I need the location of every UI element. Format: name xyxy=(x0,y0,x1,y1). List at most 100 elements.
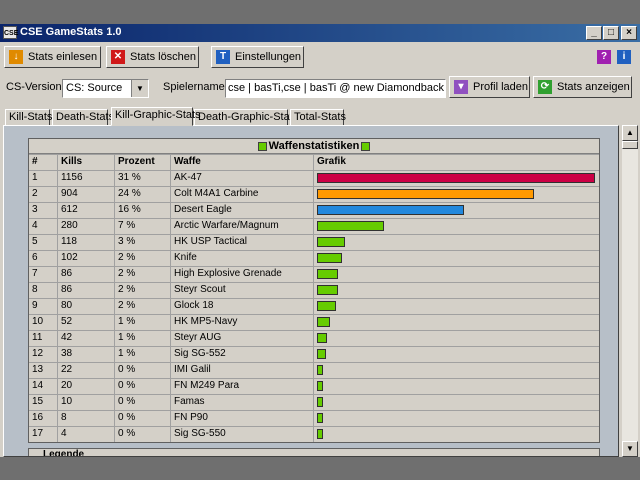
chevron-down-icon[interactable]: ▼ xyxy=(131,80,148,97)
table-row: 3 612 16 % Desert Eagle xyxy=(29,202,599,218)
graphic-cell xyxy=(313,427,599,442)
tab-kill-graphic-stats[interactable]: Kill-Graphic-Stats xyxy=(111,107,201,126)
show-stats-label: Stats anzeigen xyxy=(557,81,630,93)
cs-version-select[interactable]: CS: Source ▼ xyxy=(62,79,149,98)
kills-cell: 86 xyxy=(57,267,114,282)
kill-bar xyxy=(317,397,323,407)
scroll-thumb[interactable] xyxy=(622,141,638,149)
window-title: CSE GameStats 1.0 xyxy=(20,26,122,38)
kills-cell: 102 xyxy=(57,251,114,266)
kills-cell: 42 xyxy=(57,331,114,346)
help-icon[interactable]: ? xyxy=(597,50,611,64)
kills-cell: 20 xyxy=(57,379,114,394)
kill-bar xyxy=(317,413,323,423)
show-stats-button[interactable]: ⟳ Stats anzeigen xyxy=(533,76,632,98)
rank-cell: 12 xyxy=(32,348,44,359)
kill-bar xyxy=(317,381,323,391)
graphic-cell xyxy=(313,203,599,218)
kills-cell: 10 xyxy=(57,395,114,410)
header-percent: Prozent xyxy=(114,155,170,170)
cs-version-value: CS: Source xyxy=(66,82,123,94)
kill-bar xyxy=(317,205,464,215)
graphic-cell xyxy=(313,267,599,282)
table-row: 2 904 24 % Colt M4A1 Carbine xyxy=(29,186,599,202)
legend-box: Legende xyxy=(28,448,600,456)
vertical-scrollbar[interactable]: ▲ ▼ xyxy=(622,125,638,457)
rank-cell: 17 xyxy=(32,428,44,439)
kill-bar xyxy=(317,333,327,343)
close-button[interactable]: × xyxy=(621,26,637,40)
weapon-cell: High Explosive Grenade xyxy=(170,267,313,282)
graphic-cell xyxy=(313,411,599,426)
graphic-cell xyxy=(313,347,599,362)
weapon-cell: FN P90 xyxy=(170,411,313,426)
kills-cell: 22 xyxy=(57,363,114,378)
delete-stats-label: Stats löschen xyxy=(130,51,197,63)
table-header-row: # Kills Prozent Waffe Grafik xyxy=(29,154,599,170)
percent-cell: 16 % xyxy=(114,203,170,218)
percent-cell: 1 % xyxy=(114,347,170,362)
scroll-up-icon[interactable]: ▲ xyxy=(622,125,638,141)
maximize-button[interactable]: □ xyxy=(603,26,619,40)
table-row: 11 42 1 % Steyr AUG xyxy=(29,330,599,346)
graphic-cell xyxy=(313,171,599,186)
weapon-cell: Sig SG-550 xyxy=(170,427,313,442)
weapon-cell: HK USP Tactical xyxy=(170,235,313,250)
rank-cell: 10 xyxy=(32,316,44,327)
header-kills: Kills xyxy=(57,155,114,170)
graphic-cell xyxy=(313,395,599,410)
load-profile-button[interactable]: ▾ Profil laden xyxy=(449,76,530,98)
main-window: CSE CSE GameStats 1.0 _ □ × ↓ Stats einl… xyxy=(0,24,640,457)
app-icon: CSE xyxy=(3,26,18,39)
read-stats-button[interactable]: ↓ Stats einlesen xyxy=(4,46,101,68)
header-graphic: Grafik xyxy=(313,155,599,170)
kills-cell: 612 xyxy=(57,203,114,218)
table-row: 15 10 0 % Famas xyxy=(29,394,599,410)
table-row: 9 80 2 % Glock 18 xyxy=(29,298,599,314)
kill-bar xyxy=(317,269,338,279)
rank-cell: 15 xyxy=(32,396,44,407)
tab-death-graphic-stats[interactable]: Death-Graphic-Stats xyxy=(194,109,298,126)
settings-button[interactable]: T Einstellungen xyxy=(211,46,304,68)
weapon-cell: Arctic Warfare/Magnum xyxy=(170,219,313,234)
green-square-icon xyxy=(257,141,267,151)
rank-cell: 5 xyxy=(32,236,38,247)
graphic-cell xyxy=(313,315,599,330)
table-row: 17 4 0 % Sig SG-550 xyxy=(29,426,599,442)
delete-stats-button[interactable]: ✕ Stats löschen xyxy=(106,46,199,68)
info-icon[interactable]: i xyxy=(617,50,631,64)
rank-cell: 1 xyxy=(32,172,38,183)
percent-cell: 2 % xyxy=(114,299,170,314)
table-row: 12 38 1 % Sig SG-552 xyxy=(29,346,599,362)
tab-kill-stats[interactable]: Kill-Stats xyxy=(5,109,52,126)
load-profile-label: Profil laden xyxy=(473,81,529,93)
green-square-icon xyxy=(361,141,371,151)
weapon-cell: FN M249 Para xyxy=(170,379,313,394)
weapon-cell: IMI Galil xyxy=(170,363,313,378)
kills-cell: 52 xyxy=(57,315,114,330)
kill-bar xyxy=(317,285,338,295)
graphic-cell xyxy=(313,331,599,346)
table-body: 1 1156 31 % AK-47 2 904 24 % Colt M4A1 Carbine 3… xyxy=(29,170,599,442)
percent-cell: 0 % xyxy=(114,395,170,410)
rank-cell: 6 xyxy=(32,252,38,263)
kill-bar xyxy=(317,189,534,199)
kill-bar xyxy=(317,253,342,263)
tab-total-stats[interactable]: Total-Stats xyxy=(290,109,346,126)
weapon-cell: Famas xyxy=(170,395,313,410)
graphic-cell xyxy=(313,187,599,202)
title-bar[interactable]: CSE CSE GameStats 1.0 _ □ × xyxy=(0,24,640,42)
rank-cell: 2 xyxy=(32,188,38,199)
table-row: 13 22 0 % IMI Galil xyxy=(29,362,599,378)
rank-cell: 4 xyxy=(32,220,38,231)
table-row: 1 1156 31 % AK-47 xyxy=(29,170,599,186)
table-row: 7 86 2 % High Explosive Grenade xyxy=(29,266,599,282)
profile-icon: ▾ xyxy=(454,80,468,94)
tab-death-stats[interactable]: Death-Stats xyxy=(52,109,114,126)
player-names-input[interactable]: cse | basTi,cse | basTi @ new Diamondbac… xyxy=(225,79,446,98)
scroll-down-icon[interactable]: ▼ xyxy=(622,441,638,457)
kills-cell: 4 xyxy=(57,427,114,442)
kills-cell: 280 xyxy=(57,219,114,234)
table-caption: Waffenstatistiken xyxy=(29,139,599,154)
minimize-button[interactable]: _ xyxy=(586,26,602,40)
